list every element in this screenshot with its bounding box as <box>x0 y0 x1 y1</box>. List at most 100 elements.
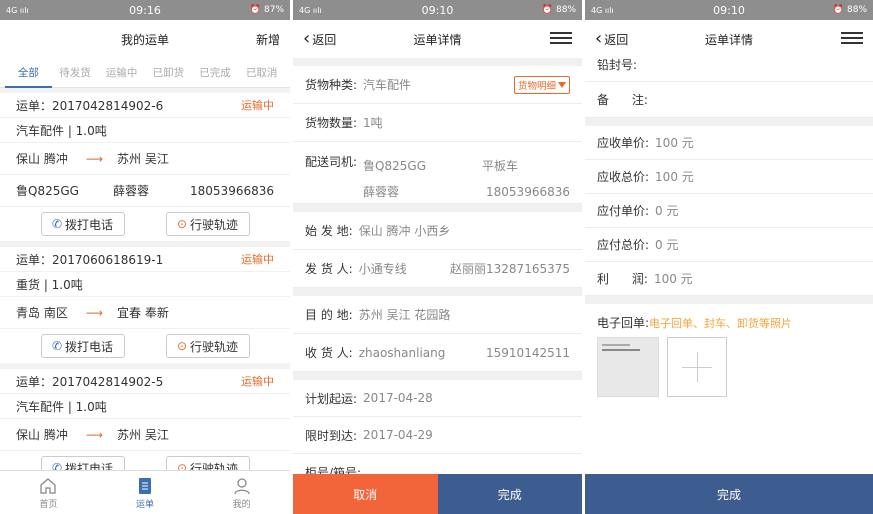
fee-value: 100 元 <box>655 170 694 184</box>
action-bar: 取消 完成 <box>293 474 582 514</box>
status-time: 09:10 <box>421 3 454 17</box>
order-from: 保山 腾冲 <box>16 428 68 442</box>
back-button[interactable]: ‹ 返回 <box>303 30 336 48</box>
order-cargo: 汽车配件 | 1.0吨 <box>16 123 107 138</box>
order-to: 苏州 吴江 <box>117 428 169 442</box>
order-status: 运输中 <box>241 253 274 266</box>
fee-value: 0 元 <box>655 238 679 252</box>
call-button[interactable]: ✆ 拨打电话 <box>40 334 125 358</box>
cargo-type-label: 货物种类: <box>305 78 358 92</box>
consignee-value: zhaoshanliang <box>358 345 446 360</box>
qty-value: 1吨 <box>363 116 383 130</box>
order-driver: 薛蓉蓉 <box>112 184 149 198</box>
order-card[interactable]: 运单：2017060618619-1 运输中 重货 | 1.0吨 青岛 南区 ⟶ 宜春… <box>0 247 290 363</box>
plan-label: 计划起运: <box>305 391 358 406</box>
phone-icon: ✆ <box>51 217 63 231</box>
origin-value: 保山 腾冲 小西乡 <box>358 224 451 238</box>
shipper-contact: 赵丽丽13287165375 <box>450 262 570 276</box>
order-to: 宜春 奉新 <box>117 306 169 320</box>
call-button[interactable]: ✆ 拨打电话 <box>40 212 125 236</box>
tab-orders[interactable]: 运单 <box>97 471 194 514</box>
header: ‹ 返回 运单详情 <box>293 20 582 58</box>
fee-value: 0 元 <box>655 204 679 218</box>
profit-value: 100 元 <box>653 272 693 286</box>
arrow-right-icon: ⟶ <box>85 305 104 320</box>
track-button[interactable]: ⊙ 行驶轨迹 <box>165 212 250 236</box>
tab-mine[interactable]: 我的 <box>193 471 290 514</box>
home-icon <box>40 477 56 494</box>
status-bar: 4G ıılı 09:10 ⏰ 88% <box>293 0 582 20</box>
order-cargo: 重货 | 1.0吨 <box>16 277 83 292</box>
cancel-button[interactable]: 取消 <box>293 474 438 514</box>
arrow-right-icon: ⟶ <box>85 151 104 166</box>
header: 我的运单 新增 <box>0 20 290 58</box>
fee-label: 应收总价: <box>597 170 650 184</box>
page-title: 我的运单 <box>120 32 169 47</box>
driver-phone: 18053966836 <box>486 185 570 199</box>
order-number: 运单：2017042814902-5 <box>16 374 164 389</box>
cargo-detail-button[interactable]: 货物明细 <box>513 75 570 94</box>
fee-label: 应收单价: <box>597 136 650 150</box>
menu-icon[interactable] <box>841 32 863 46</box>
back-button[interactable]: ‹ 返回 <box>595 30 628 48</box>
order-list: 运单：2017042814902-6 运输中 汽车配件 | 1.0吨 保山 腾冲 ⟶… <box>0 93 290 491</box>
page-title: 运单详情 <box>413 32 462 47</box>
page-title: 运单详情 <box>704 32 753 47</box>
cargo-type: 汽车配件 <box>363 78 412 92</box>
menu-icon[interactable] <box>550 32 572 46</box>
track-button[interactable]: ⊙ 行驶轨迹 <box>165 334 250 358</box>
driver-name: 薛蓉蓉 <box>363 185 400 199</box>
limit-label: 限时到达: <box>305 428 358 443</box>
tab-cancelled[interactable]: 已取消 <box>238 58 285 88</box>
receipt-photo-thumbnail[interactable] <box>597 337 659 397</box>
order-detail-screen: 4G ıılı 09:10 ⏰ 88% ‹ 返回 运单详情 货物种类: 汽车配件 货… <box>293 0 582 514</box>
action-bar: 完成 <box>585 474 873 514</box>
add-photo-button[interactable] <box>667 337 727 397</box>
order-cargo: 汽车配件 | 1.0吨 <box>16 399 107 414</box>
order-list-screen: 4G ıılı 09:16 ⏰ 87% 我的运单 新增 全部 待发货 运输中 已… <box>0 0 290 514</box>
fee-value: 100 元 <box>655 136 694 150</box>
done-button[interactable]: 完成 <box>585 474 873 514</box>
phone-icon: ✆ <box>51 339 63 353</box>
tab-pending[interactable]: 待发货 <box>52 58 99 88</box>
done-button[interactable]: 完成 <box>437 474 582 514</box>
order-card[interactable]: 运单：2017042814902-6 运输中 汽车配件 | 1.0吨 保山 腾冲 ⟶… <box>0 93 290 241</box>
header: ‹ 返回 运单详情 <box>585 20 873 58</box>
shipper-value: 小通专线 <box>358 262 407 276</box>
tab-all[interactable]: 全部 <box>5 58 52 88</box>
chevron-left-icon: ‹ <box>595 28 603 49</box>
consignee-phone: 15910142511 <box>486 345 570 360</box>
order-from: 青岛 南区 <box>16 306 68 320</box>
status-bar: 4G ıılı 09:16 ⏰ 87% <box>0 0 290 20</box>
user-icon <box>234 477 250 494</box>
dest-value: 苏州 吴江 花园路 <box>358 308 451 322</box>
tab-home[interactable]: 首页 <box>0 471 97 514</box>
order-status: 运输中 <box>241 375 274 388</box>
tab-unloaded[interactable]: 已卸货 <box>145 58 192 88</box>
location-pin-icon: ⊙ <box>176 217 188 231</box>
order-from: 保山 腾冲 <box>16 152 68 166</box>
remark-label: 备 注: <box>597 93 648 107</box>
order-to: 苏州 吴江 <box>117 152 169 166</box>
plan-date: 2017-04-28 <box>363 391 433 405</box>
fee-label: 应付总价: <box>597 238 650 252</box>
bottom-tab-bar: 首页 运单 我的 <box>0 470 290 514</box>
seal-label: 铅封号: <box>597 58 638 72</box>
chevron-left-icon: ‹ <box>303 28 311 49</box>
location-pin-icon: ⊙ <box>176 339 188 353</box>
order-detail-screen-2: 4G ıılı 09:10 ⏰ 88% ‹ 返回 运单详情 铅封号: 备 注: 应… <box>585 0 873 514</box>
qty-label: 货物数量: <box>305 116 358 130</box>
add-button[interactable]: 新增 <box>256 31 280 48</box>
receipt-hint: 电子回单、封车、卸货等照片 <box>649 317 793 330</box>
profit-label: 利 润: <box>597 272 648 286</box>
tab-in-transit[interactable]: 运输中 <box>98 58 145 88</box>
driver-label: 配送司机: <box>305 155 358 169</box>
order-card[interactable]: 运单：2017042814902-5 运输中 汽车配件 | 1.0吨 保山 腾冲 ⟶… <box>0 369 290 485</box>
status-bar: 4G ıılı 09:10 ⏰ 88% <box>585 0 873 20</box>
arrow-right-icon: ⟶ <box>85 427 104 442</box>
order-status: 运输中 <box>241 99 274 112</box>
tab-completed[interactable]: 已完成 <box>192 58 239 88</box>
shipper-label: 发 货 人: <box>305 262 353 276</box>
order-doc-icon <box>139 477 151 494</box>
status-time: 09:10 <box>713 3 745 17</box>
